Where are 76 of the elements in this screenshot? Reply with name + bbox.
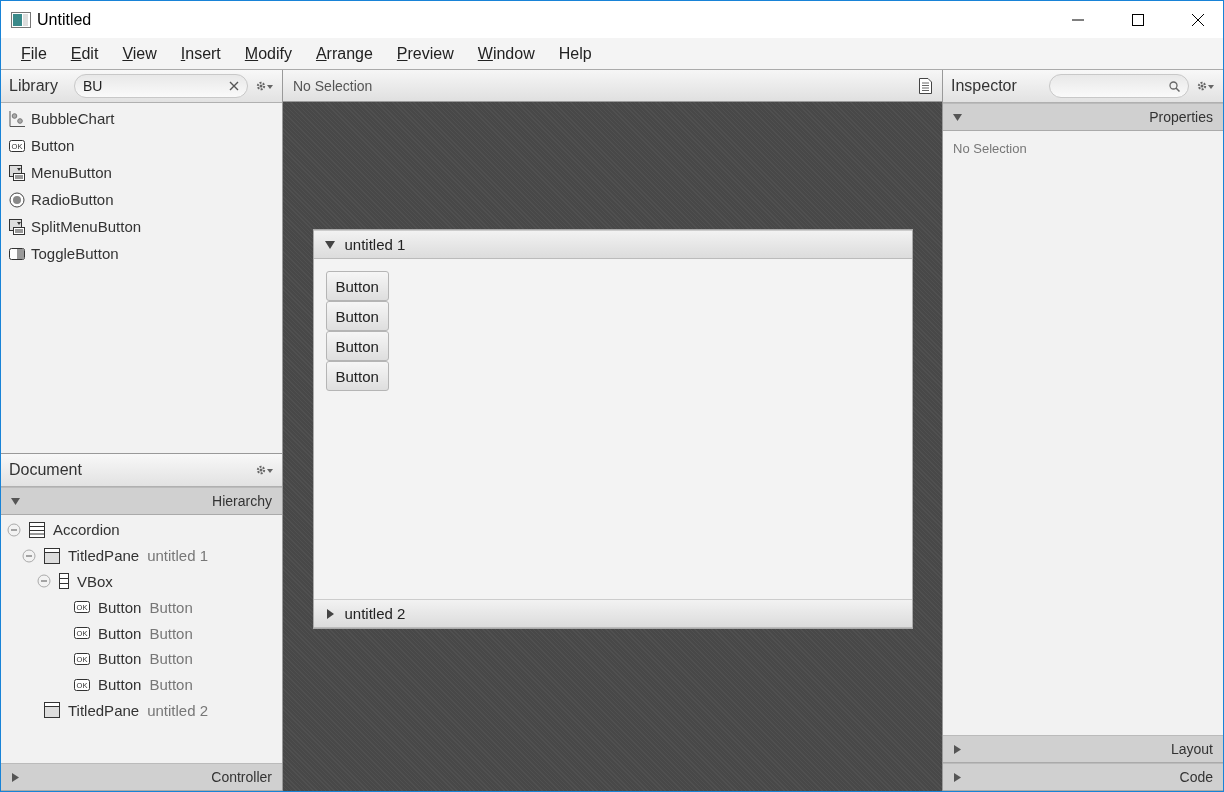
toggle-icon: [9, 247, 25, 260]
panel-title: Inspector: [951, 77, 1017, 95]
caret-icon[interactable]: [324, 239, 335, 250]
tree-node-label: untitled 1: [147, 547, 209, 565]
tree-node-label: Button: [149, 624, 193, 642]
library-item[interactable]: SplitMenuButton: [31, 218, 142, 235]
library-item[interactable]: BubbleChart: [31, 110, 115, 127]
tree-node-label: untitled 2: [147, 701, 209, 719]
radio-icon: [9, 191, 25, 208]
gear-menu-icon[interactable]: [256, 465, 274, 475]
canvas-button[interactable]: Button: [325, 301, 389, 331]
menu-item[interactable]: Insert: [168, 44, 233, 63]
library-item[interactable]: Button: [31, 137, 75, 154]
search-field[interactable]: [1048, 74, 1189, 98]
tree-node-type[interactable]: Button: [98, 598, 142, 616]
maximize-icon[interactable]: [1131, 12, 1145, 27]
titled-pane-icon: [44, 547, 60, 564]
menu-item[interactable]: Window: [465, 44, 547, 63]
search-field[interactable]: BU: [73, 74, 248, 98]
document-icon[interactable]: [919, 77, 932, 94]
accordion-icon: [29, 521, 45, 538]
tree-node-type[interactable]: TitledPane: [68, 701, 140, 719]
section-header[interactable]: Properties: [943, 103, 1223, 131]
app-icon: [11, 11, 31, 28]
tree-node-type[interactable]: Accordion: [53, 521, 120, 539]
collapse-toggle-icon[interactable]: [37, 574, 51, 589]
canvas-button[interactable]: Button: [325, 361, 389, 391]
canvas-button[interactable]: Button: [325, 331, 389, 361]
tree-node-type[interactable]: Button: [98, 676, 142, 694]
close-icon[interactable]: [1191, 12, 1205, 27]
section-header[interactable]: Hierarchy: [1, 487, 282, 515]
caret-icon[interactable]: [953, 112, 962, 122]
titled-pane-icon: [44, 702, 60, 719]
menu-item[interactable]: Modify: [232, 44, 304, 63]
collapse-toggle-icon[interactable]: [22, 548, 36, 563]
tree-node-label: Button: [149, 650, 193, 668]
clear-icon[interactable]: [229, 81, 239, 91]
caret-icon[interactable]: [324, 608, 335, 619]
titled-pane-header[interactable]: untitled 1: [313, 230, 912, 259]
tree-node-type[interactable]: VBox: [77, 573, 113, 590]
menu-item[interactable]: Edit: [58, 44, 111, 63]
menu-item[interactable]: File: [9, 44, 59, 63]
menu-button-icon: [9, 218, 25, 235]
menu-item[interactable]: View: [110, 44, 169, 63]
gear-menu-icon[interactable]: [1197, 81, 1215, 91]
panel-title: Library: [9, 77, 58, 95]
section-header[interactable]: Code: [943, 763, 1223, 791]
empty-message: No Selection: [953, 141, 1027, 156]
gear-menu-icon[interactable]: [256, 81, 274, 91]
menu-item[interactable]: Preview: [384, 44, 466, 63]
panel-title: Document: [9, 461, 82, 479]
tree-node-type[interactable]: Button: [98, 624, 142, 642]
menu-button-icon: [9, 164, 25, 181]
tree-node-label: Button: [149, 598, 193, 616]
caret-icon[interactable]: [11, 496, 20, 506]
collapse-toggle-icon[interactable]: [7, 522, 21, 537]
selection-status: No Selection: [293, 77, 373, 94]
menu-item[interactable]: Arrange: [303, 44, 385, 63]
canvas-button[interactable]: Button: [325, 271, 389, 301]
tree-node-type[interactable]: TitledPane: [68, 547, 140, 565]
caret-icon[interactable]: [953, 744, 962, 754]
tree-node-label: Button: [149, 676, 193, 694]
window-title: Untitled: [37, 10, 92, 29]
section-header[interactable]: Controller: [1, 763, 282, 791]
titled-pane-header[interactable]: untitled 2: [313, 599, 912, 628]
caret-icon[interactable]: [11, 772, 20, 782]
library-item[interactable]: MenuButton: [31, 164, 112, 181]
library-item[interactable]: ToggleButton: [31, 245, 119, 262]
search-icon: [1169, 80, 1180, 92]
chart-icon: [9, 110, 25, 127]
library-item[interactable]: RadioButton: [31, 191, 114, 208]
section-header[interactable]: Layout: [943, 735, 1223, 763]
tree-node-type[interactable]: Button: [98, 650, 142, 668]
vbox-icon: [59, 573, 69, 590]
caret-icon[interactable]: [953, 772, 962, 782]
menu-item[interactable]: Help: [546, 44, 604, 63]
